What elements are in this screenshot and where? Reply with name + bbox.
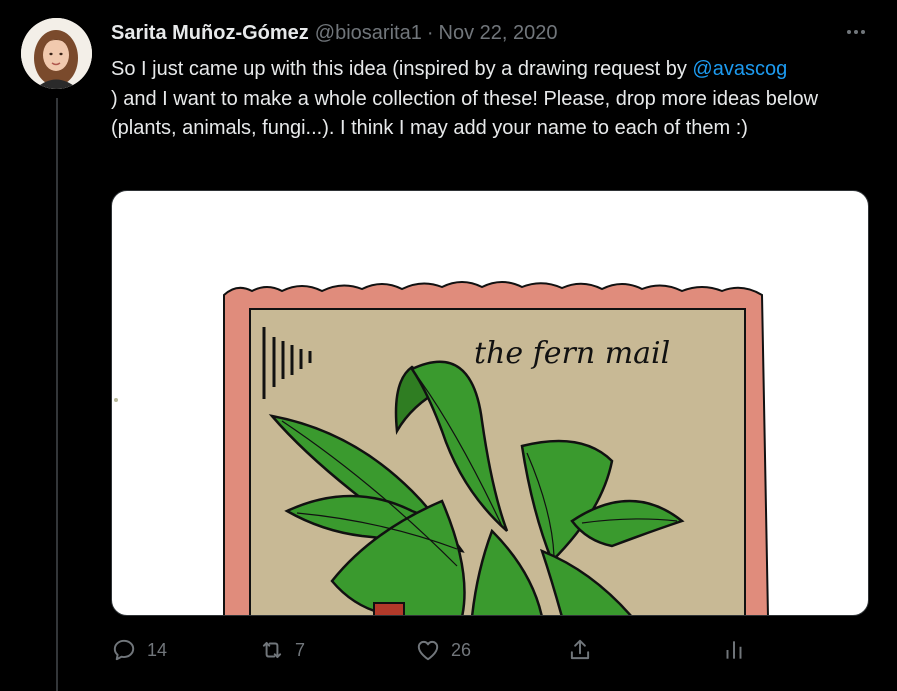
more-dot xyxy=(854,30,858,34)
tweet-text-part: So I just came up with this idea (inspir… xyxy=(111,58,693,80)
reply-icon xyxy=(113,639,135,661)
retweet-icon xyxy=(262,641,282,659)
fern-mail-illustration: the fern mail xyxy=(114,281,769,615)
tweet-actions: 14 7 26 xyxy=(111,630,751,670)
tweet-date[interactable]: Nov 22, 2020 xyxy=(439,22,558,45)
stamp-handwritten-title: the fern mail xyxy=(474,336,670,371)
tweet-media-image[interactable]: the fern mail xyxy=(111,190,869,616)
more-dot xyxy=(861,30,865,34)
reply-button[interactable]: 14 xyxy=(111,630,167,670)
reply-count: 14 xyxy=(147,639,168,660)
avatar[interactable] xyxy=(21,18,92,89)
like-count: 26 xyxy=(451,639,472,660)
more-horizontal-icon xyxy=(847,30,851,34)
tweet-text-part: ) and I want to make a whole collection … xyxy=(111,87,819,140)
share-icon xyxy=(570,639,590,660)
analytics-icon xyxy=(726,641,742,659)
mention-link[interactable]: @avascog xyxy=(692,58,787,80)
heart-icon xyxy=(417,640,439,661)
stray-mark xyxy=(114,398,118,402)
tweet-header: Sarita Muñoz-Gómez @biosarita1 · Nov 22,… xyxy=(111,20,557,46)
avatar-image xyxy=(21,18,92,89)
pot-hint xyxy=(373,602,405,615)
share-button[interactable] xyxy=(567,630,593,670)
tweet-text: So I just came up with this idea (inspir… xyxy=(111,55,871,144)
more-button[interactable] xyxy=(843,22,869,42)
header-separator: · xyxy=(426,21,434,44)
author-handle[interactable]: @biosarita1 xyxy=(315,22,422,45)
thread-line xyxy=(56,98,58,691)
retweet-count: 7 xyxy=(295,639,306,660)
retweet-button[interactable]: 7 xyxy=(259,630,305,670)
author-display-name[interactable]: Sarita Muñoz-Gómez xyxy=(111,22,309,45)
analytics-button[interactable] xyxy=(721,630,747,670)
like-button[interactable]: 26 xyxy=(415,630,471,670)
